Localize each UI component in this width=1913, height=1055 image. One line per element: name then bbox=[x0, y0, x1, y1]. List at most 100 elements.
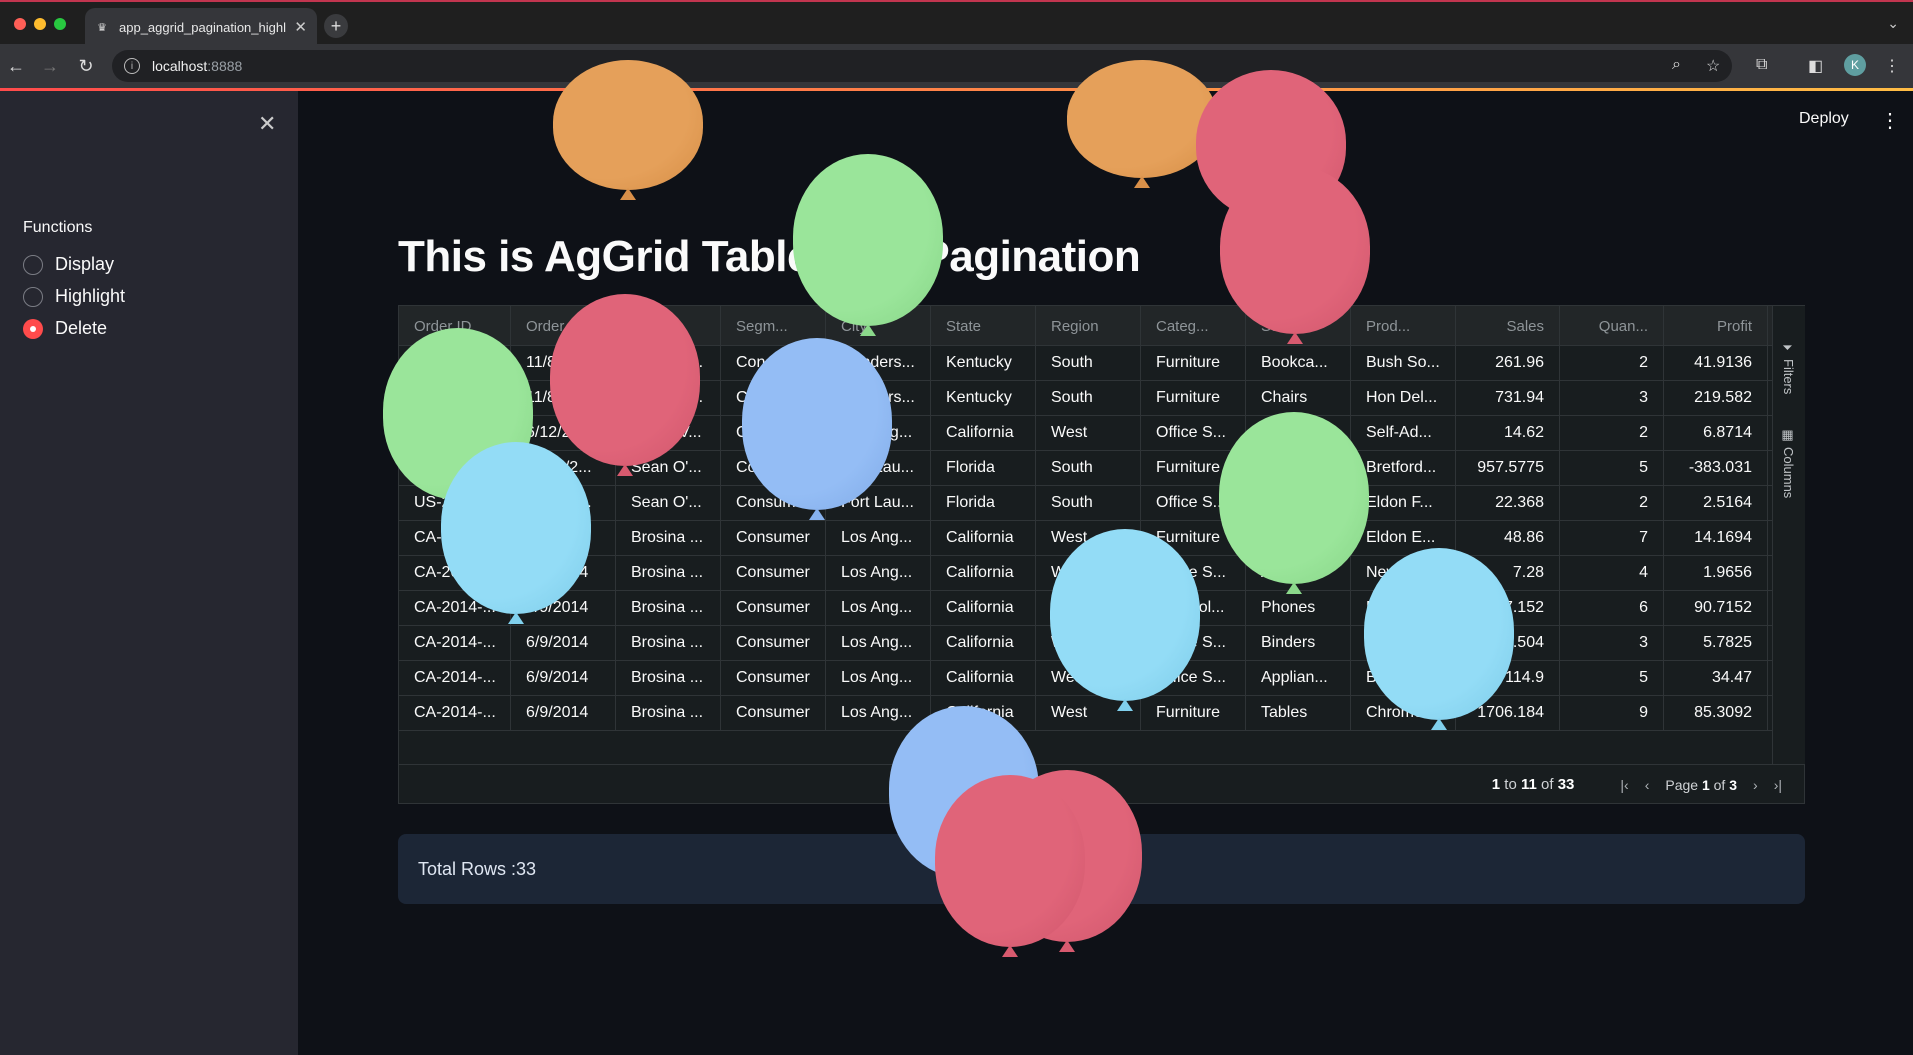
table-cell[interactable]: Hon Del... bbox=[1351, 381, 1456, 415]
tab-close-icon[interactable]: ✕ bbox=[294, 18, 307, 36]
table-cell[interactable]: 6/9/2014 bbox=[511, 661, 616, 695]
last-page-icon[interactable]: ›| bbox=[1774, 777, 1782, 793]
column-header[interactable]: State bbox=[931, 306, 1036, 346]
next-page-icon[interactable]: › bbox=[1753, 777, 1758, 793]
table-cell[interactable]: California bbox=[931, 521, 1036, 555]
table-cell[interactable]: 219.582 bbox=[1664, 381, 1768, 415]
table-cell[interactable]: 3 bbox=[1560, 381, 1664, 415]
radio-circle-icon[interactable] bbox=[23, 254, 43, 275]
new-tab-button[interactable]: + bbox=[324, 14, 348, 38]
window-close-button[interactable] bbox=[14, 18, 26, 30]
table-cell[interactable]: California bbox=[931, 591, 1036, 625]
table-cell[interactable]: CA-2014-... bbox=[399, 696, 511, 730]
table-cell[interactable]: 2.5164 bbox=[1664, 486, 1768, 520]
window-minimize-button[interactable] bbox=[34, 18, 46, 30]
table-cell[interactable]: Furniture bbox=[1141, 696, 1246, 730]
table-cell[interactable]: Bookca... bbox=[1246, 346, 1351, 380]
radio-display[interactable]: Display bbox=[23, 254, 114, 275]
table-cell[interactable]: Consumer bbox=[721, 661, 826, 695]
table-cell[interactable]: 34.47 bbox=[1664, 661, 1768, 695]
table-cell[interactable]: Furniture bbox=[1141, 346, 1246, 380]
table-cell[interactable]: Brosina ... bbox=[616, 556, 721, 590]
table-cell[interactable]: 85.3092 bbox=[1664, 696, 1768, 730]
table-cell[interactable]: CA-2014-... bbox=[399, 661, 511, 695]
table-cell[interactable]: 261.96 bbox=[1456, 346, 1560, 380]
table-cell[interactable]: Brosina ... bbox=[616, 696, 721, 730]
browser-menu-icon[interactable]: ⋮ bbox=[1884, 56, 1900, 76]
table-cell[interactable]: Bush So... bbox=[1351, 346, 1456, 380]
column-header[interactable]: Profit bbox=[1664, 306, 1768, 346]
table-cell[interactable]: Tables bbox=[1246, 696, 1351, 730]
site-info-icon[interactable]: i bbox=[124, 58, 140, 74]
table-cell[interactable]: South bbox=[1036, 381, 1141, 415]
url-field[interactable]: i localhost:8888 bbox=[112, 50, 1732, 82]
table-cell[interactable]: Los Ang... bbox=[826, 661, 931, 695]
table-cell[interactable]: 9 bbox=[1560, 696, 1664, 730]
table-cell[interactable]: 6/9/2014 bbox=[511, 696, 616, 730]
table-cell[interactable]: Consumer bbox=[721, 556, 826, 590]
table-cell[interactable]: 6.8714 bbox=[1664, 416, 1768, 450]
table-cell[interactable]: 5.7825 bbox=[1664, 626, 1768, 660]
table-cell[interactable]: 6/9/2014 bbox=[511, 626, 616, 660]
first-page-icon[interactable]: |‹ bbox=[1620, 777, 1628, 793]
table-cell[interactable]: 90.7152 bbox=[1664, 591, 1768, 625]
previous-page-icon[interactable]: ‹ bbox=[1645, 777, 1650, 793]
back-icon[interactable]: ← bbox=[6, 56, 26, 76]
table-cell[interactable]: Applian... bbox=[1246, 661, 1351, 695]
table-cell[interactable]: Brosina ... bbox=[616, 661, 721, 695]
table-cell[interactable]: Sean O'... bbox=[616, 486, 721, 520]
side-panel-icon[interactable]: ◧ bbox=[1808, 56, 1823, 76]
table-cell[interactable]: 2 bbox=[1560, 346, 1664, 380]
bookmark-star-icon[interactable]: ☆ bbox=[1706, 56, 1720, 76]
table-cell[interactable]: California bbox=[931, 556, 1036, 590]
column-header[interactable]: Quan... bbox=[1560, 306, 1664, 346]
table-cell[interactable]: 2 bbox=[1560, 416, 1664, 450]
table-cell[interactable]: Office S... bbox=[1141, 416, 1246, 450]
browser-tab[interactable]: ♛ app_aggrid_pagination_highli ✕ bbox=[85, 8, 317, 46]
table-cell[interactable]: 4 bbox=[1560, 556, 1664, 590]
table-cell[interactable]: Brosina ... bbox=[616, 521, 721, 555]
table-cell[interactable]: 1.9656 bbox=[1664, 556, 1768, 590]
table-row[interactable]: CA-2014-...6/9/2014Brosina ...ConsumerLo… bbox=[399, 696, 1772, 731]
table-cell[interactable]: CA-2014-... bbox=[399, 626, 511, 660]
table-cell[interactable]: West bbox=[1036, 416, 1141, 450]
table-cell[interactable]: South bbox=[1036, 346, 1141, 380]
table-cell[interactable]: 14.1694 bbox=[1664, 521, 1768, 555]
table-cell[interactable]: Chairs bbox=[1246, 381, 1351, 415]
column-header[interactable]: Region bbox=[1036, 306, 1141, 346]
table-cell[interactable]: Florida bbox=[931, 486, 1036, 520]
table-cell[interactable]: 957.5775 bbox=[1456, 451, 1560, 485]
table-cell[interactable]: 22.368 bbox=[1456, 486, 1560, 520]
window-zoom-button[interactable] bbox=[54, 18, 66, 30]
table-cell[interactable]: Furniture bbox=[1141, 381, 1246, 415]
table-cell[interactable]: 14.62 bbox=[1456, 416, 1560, 450]
table-cell[interactable]: Los Ang... bbox=[826, 626, 931, 660]
table-cell[interactable]: 6 bbox=[1560, 591, 1664, 625]
forward-icon[interactable]: → bbox=[40, 56, 60, 76]
table-cell[interactable]: Los Ang... bbox=[826, 556, 931, 590]
column-header[interactable]: Prod... bbox=[1351, 306, 1456, 346]
table-cell[interactable]: Brosina ... bbox=[616, 591, 721, 625]
radio-highlight[interactable]: Highlight bbox=[23, 286, 125, 307]
table-row[interactable]: US-2015-...10/11/2...Sean O'...ConsumerF… bbox=[399, 486, 1772, 521]
zoom-icon[interactable]: ⌕ bbox=[1672, 56, 1681, 74]
table-cell[interactable]: South bbox=[1036, 486, 1141, 520]
table-cell[interactable]: Self-Ad... bbox=[1351, 416, 1456, 450]
profile-avatar[interactable]: K bbox=[1844, 54, 1866, 76]
table-cell[interactable]: Phones bbox=[1246, 591, 1351, 625]
reload-icon[interactable]: ↻ bbox=[76, 56, 96, 76]
radio-circle-icon[interactable] bbox=[23, 286, 43, 307]
table-cell[interactable]: 5 bbox=[1560, 661, 1664, 695]
column-header[interactable]: Categ... bbox=[1141, 306, 1246, 346]
columns-tab[interactable]: ▦ Columns bbox=[1781, 428, 1796, 498]
table-cell[interactable]: 731.94 bbox=[1456, 381, 1560, 415]
main-menu-icon[interactable]: ⋮ bbox=[1880, 108, 1900, 133]
table-cell[interactable]: Brosina ... bbox=[616, 626, 721, 660]
table-cell[interactable]: Consumer bbox=[721, 591, 826, 625]
table-cell[interactable]: Consumer bbox=[721, 521, 826, 555]
table-cell[interactable]: -383.031 bbox=[1664, 451, 1768, 485]
table-cell[interactable]: Kentucky bbox=[931, 346, 1036, 380]
table-cell[interactable]: 2 bbox=[1560, 486, 1664, 520]
table-cell[interactable]: Florida bbox=[931, 451, 1036, 485]
table-cell[interactable]: Los Ang... bbox=[826, 591, 931, 625]
